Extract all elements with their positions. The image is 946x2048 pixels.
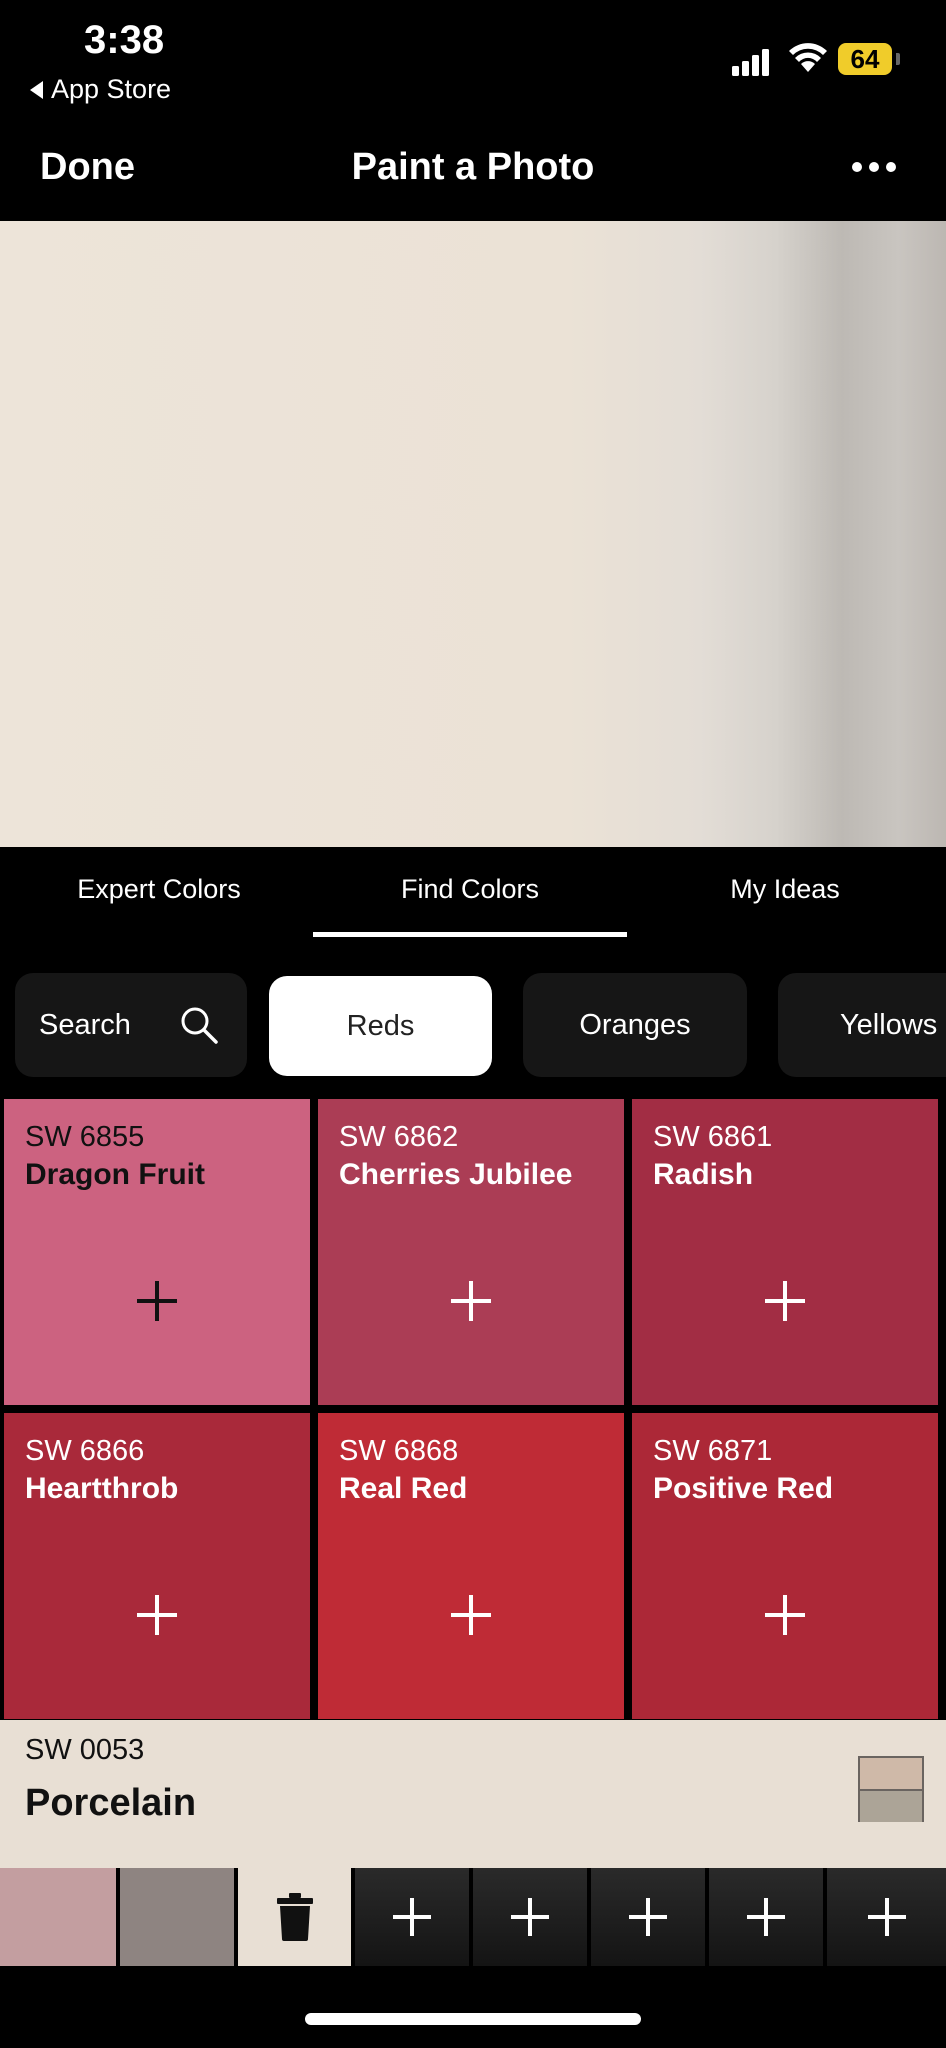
color-code: SW 6855 [25, 1121, 145, 1153]
color-name: Cherries Jubilee [339, 1158, 573, 1191]
add-color-plus-icon[interactable] [763, 1593, 807, 1637]
plus-icon [511, 1898, 549, 1936]
palette-row [0, 1868, 946, 1966]
add-palette-slot[interactable] [709, 1868, 823, 1966]
add-palette-slot[interactable] [473, 1868, 587, 1966]
filter-oranges[interactable]: Oranges [523, 973, 747, 1077]
plus-icon [867, 1898, 906, 1936]
navigation-bar: Paint a Photo Done [0, 130, 946, 220]
plus-icon [393, 1898, 431, 1936]
add-color-plus-icon[interactable] [449, 1593, 493, 1637]
palette-slot[interactable] [120, 1868, 234, 1966]
active-tab-indicator [313, 932, 627, 937]
tab-find-colors[interactable]: Find Colors [313, 874, 627, 905]
add-color-plus-icon[interactable] [135, 1593, 179, 1637]
add-palette-slot[interactable] [591, 1868, 705, 1966]
wifi-icon [789, 43, 827, 72]
color-tile[interactable]: SW 6871 Positive Red [632, 1413, 938, 1719]
status-time: 3:38 [84, 18, 165, 62]
filter-reds[interactable]: Reds [269, 976, 492, 1076]
search-button[interactable]: Search [15, 973, 247, 1077]
color-name: Radish [653, 1158, 754, 1191]
color-tile[interactable]: SW 6861 Radish [632, 1099, 938, 1405]
tab-bar: Expert Colors Find Colors My Ideas [0, 848, 946, 940]
home-indicator [305, 2013, 641, 2025]
color-tile[interactable]: SW 6868 Real Red [318, 1413, 624, 1719]
color-tile[interactable]: SW 6862 Cherries Jubilee [318, 1099, 624, 1405]
battery-icon: 64 [838, 43, 892, 75]
color-family-filters: Search Reds Oranges Yellows [0, 973, 946, 1079]
selected-color-code: SW 0053 [25, 1734, 145, 1766]
color-name: Real Red [339, 1472, 468, 1505]
add-color-plus-icon[interactable] [763, 1279, 807, 1323]
color-code: SW 6866 [25, 1435, 145, 1467]
battery-tip [896, 53, 900, 65]
search-label: Search [39, 1008, 131, 1041]
battery-level: 64 [850, 43, 880, 74]
add-color-plus-icon[interactable] [135, 1279, 179, 1323]
trash-icon[interactable] [276, 1893, 313, 1941]
back-triangle-icon [30, 80, 43, 99]
color-name: Heartthrob [25, 1472, 179, 1505]
color-code: SW 6862 [339, 1121, 459, 1153]
color-code: SW 6871 [653, 1435, 773, 1467]
back-to-app-store[interactable]: App Store [30, 74, 171, 105]
photo-preview[interactable] [0, 221, 946, 847]
palette-slot[interactable] [0, 1868, 116, 1966]
status-bar: 3:38 App Store 64 [0, 0, 946, 130]
selected-color-name: Porcelain [25, 1782, 197, 1824]
plus-icon [747, 1898, 785, 1936]
add-color-plus-icon[interactable] [449, 1279, 493, 1323]
search-icon [181, 1007, 218, 1044]
color-code: SW 6861 [653, 1121, 773, 1153]
palette-slot-active[interactable] [238, 1868, 351, 1966]
plus-icon [629, 1898, 667, 1936]
back-label: App Store [51, 74, 172, 104]
more-options-icon[interactable] [852, 162, 896, 172]
add-palette-slot[interactable] [355, 1868, 469, 1966]
color-details-swatch-icon[interactable] [858, 1756, 924, 1822]
add-palette-slot[interactable] [827, 1868, 946, 1966]
selected-color-bar[interactable]: SW 0053 Porcelain [0, 1720, 946, 1868]
color-code: SW 6868 [339, 1435, 459, 1467]
color-tile[interactable]: SW 6855 Dragon Fruit [4, 1099, 310, 1405]
filter-yellows[interactable]: Yellows [778, 973, 946, 1077]
cellular-signal-icon [732, 49, 769, 76]
color-name: Dragon Fruit [25, 1158, 205, 1191]
tab-expert-colors[interactable]: Expert Colors [2, 874, 316, 905]
tab-my-ideas[interactable]: My Ideas [628, 874, 942, 905]
done-button[interactable]: Done [40, 146, 135, 189]
color-tile[interactable]: SW 6866 Heartthrob [4, 1413, 310, 1719]
page-title: Paint a Photo [351, 146, 595, 188]
color-name: Positive Red [653, 1472, 834, 1505]
